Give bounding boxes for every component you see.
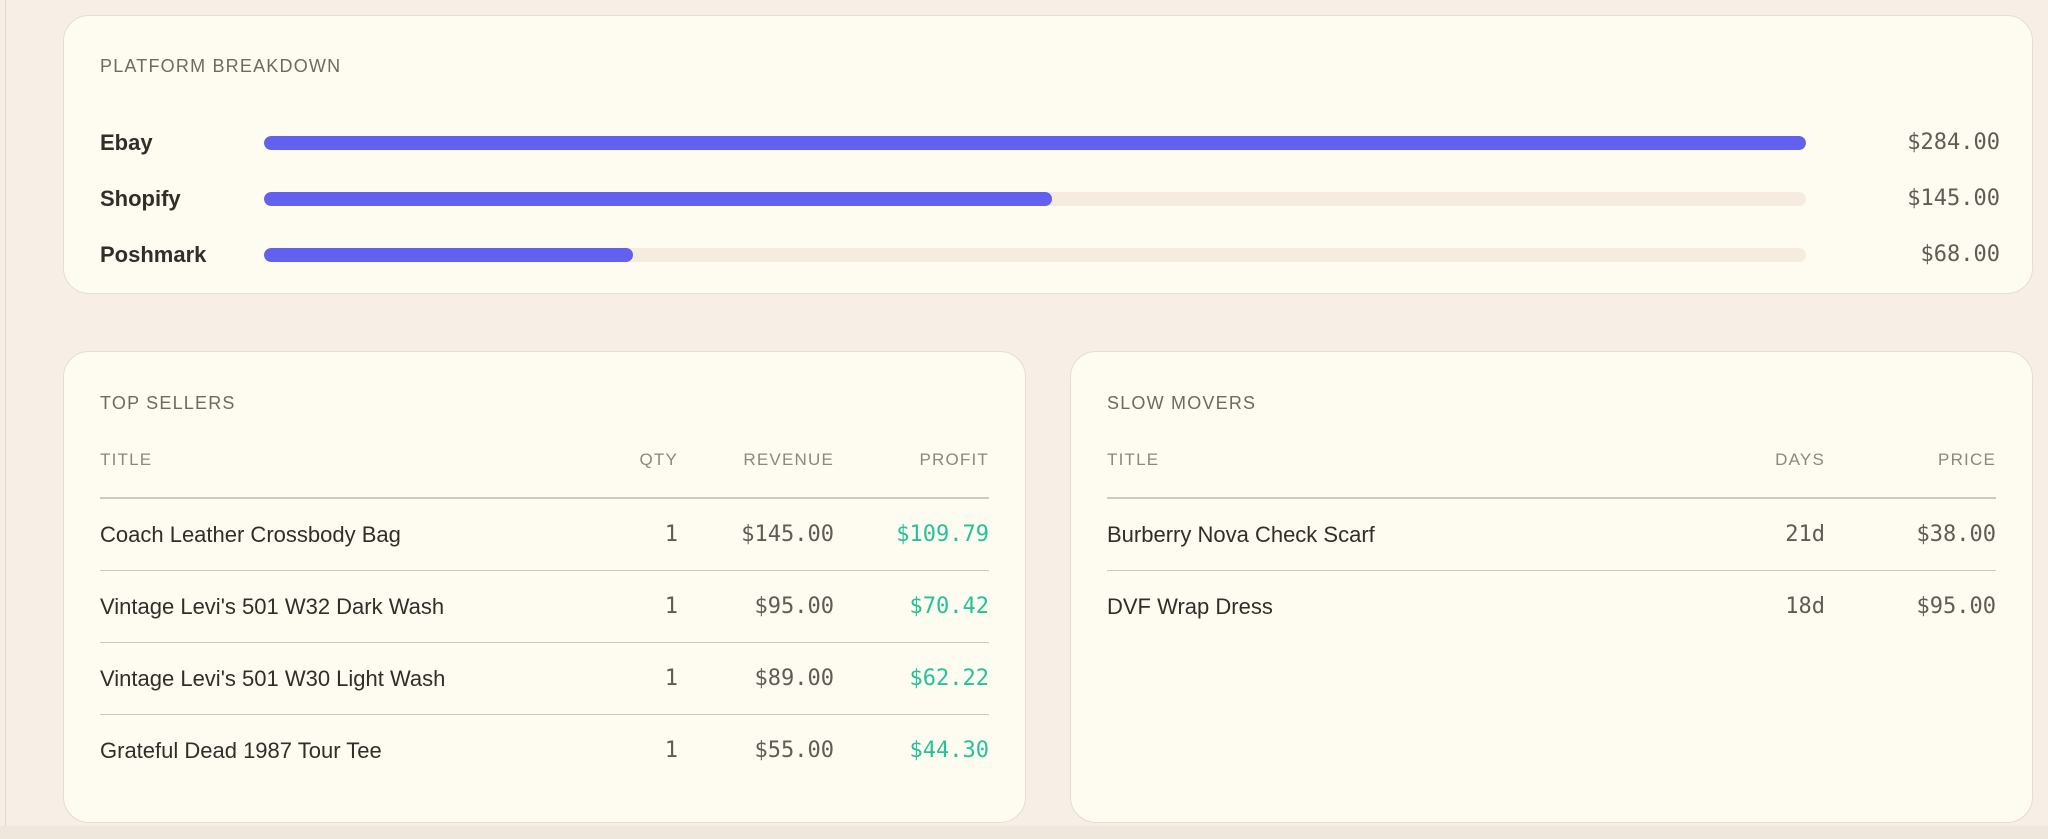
item-qty: 1	[664, 738, 678, 763]
table-header: TITLE DAYS PRICE	[1107, 450, 1996, 499]
platform-breakdown-title: PLATFORM BREAKDOWN	[100, 56, 342, 76]
table-row[interactable]: Grateful Dead 1987 Tour Tee 1 $55.00 $44…	[100, 715, 989, 787]
item-price: $38.00	[1916, 522, 1996, 547]
table-row[interactable]: Vintage Levi's 501 W30 Light Wash 1 $89.…	[100, 643, 989, 715]
item-title: Grateful Dead 1987 Tour Tee	[100, 738, 382, 763]
table-row[interactable]: Coach Leather Crossbody Bag 1 $145.00 $1…	[100, 499, 989, 571]
platform-row-poshmark: Poshmark $68.00	[100, 240, 2000, 270]
item-qty: 1	[664, 666, 678, 691]
left-divider	[5, 0, 6, 839]
platform-name: Ebay	[100, 130, 153, 155]
item-title: DVF Wrap Dress	[1107, 594, 1273, 619]
column-header-days[interactable]: DAYS	[1775, 450, 1825, 470]
top-sellers-table: TITLE QTY REVENUE PROFIT Coach Leather C…	[100, 450, 989, 787]
item-profit: $70.42	[909, 594, 989, 619]
item-days: 21d	[1785, 522, 1825, 547]
column-header-price[interactable]: PRICE	[1938, 450, 1996, 470]
table-row[interactable]: DVF Wrap Dress 18d $95.00	[1107, 571, 1996, 643]
item-revenue: $55.00	[754, 738, 834, 763]
platform-bar-track	[264, 136, 1806, 150]
item-profit: $109.79	[896, 522, 989, 547]
top-sellers-title: TOP SELLERS	[100, 393, 236, 413]
table-header: TITLE QTY REVENUE PROFIT	[100, 450, 989, 499]
item-price: $95.00	[1916, 594, 1996, 619]
column-header-title[interactable]: TITLE	[100, 450, 152, 470]
platform-name: Shopify	[100, 186, 181, 211]
platform-row-ebay: Ebay $284.00	[100, 128, 2000, 158]
bottom-strip	[0, 826, 2048, 839]
slow-movers-table: TITLE DAYS PRICE Burberry Nova Check Sca…	[1107, 450, 1996, 643]
column-header-revenue[interactable]: REVENUE	[743, 450, 834, 470]
slow-movers-title: SLOW MOVERS	[1107, 393, 1257, 413]
item-title: Vintage Levi's 501 W30 Light Wash	[100, 666, 446, 691]
column-header-profit[interactable]: PROFIT	[919, 450, 989, 470]
item-revenue: $95.00	[754, 594, 834, 619]
item-title: Vintage Levi's 501 W32 Dark Wash	[100, 594, 445, 619]
platform-amount: $284.00	[1907, 130, 2000, 155]
item-profit: $62.22	[909, 666, 989, 691]
platform-bar-fill	[264, 136, 1806, 150]
platform-amount: $145.00	[1907, 186, 2000, 211]
item-qty: 1	[664, 522, 678, 547]
column-header-title[interactable]: TITLE	[1107, 450, 1159, 470]
item-profit: $44.30	[909, 738, 989, 763]
item-days: 18d	[1785, 594, 1825, 619]
platform-row-shopify: Shopify $145.00	[100, 184, 2000, 214]
platform-breakdown-card: PLATFORM BREAKDOWN Ebay $284.00 Shopify …	[63, 15, 2033, 294]
item-revenue: $145.00	[741, 522, 834, 547]
platform-amount: $68.00	[1920, 242, 2000, 267]
top-sellers-card: TOP SELLERS TITLE QTY REVENUE PROFIT Coa…	[63, 351, 1026, 823]
item-title: Coach Leather Crossbody Bag	[100, 522, 401, 547]
platform-bar-track	[264, 192, 1806, 206]
item-qty: 1	[664, 594, 678, 619]
slow-movers-card: SLOW MOVERS TITLE DAYS PRICE Burberry No…	[1070, 351, 2033, 823]
table-row[interactable]: Burberry Nova Check Scarf 21d $38.00	[1107, 499, 1996, 571]
column-header-qty[interactable]: QTY	[639, 450, 678, 470]
platform-name: Poshmark	[100, 242, 207, 267]
platform-bar-track	[264, 248, 1806, 262]
item-revenue: $89.00	[754, 666, 834, 691]
table-row[interactable]: Vintage Levi's 501 W32 Dark Wash 1 $95.0…	[100, 571, 989, 643]
platform-bar-fill	[264, 248, 633, 262]
item-title: Burberry Nova Check Scarf	[1107, 522, 1375, 547]
platform-bar-fill	[264, 192, 1052, 206]
